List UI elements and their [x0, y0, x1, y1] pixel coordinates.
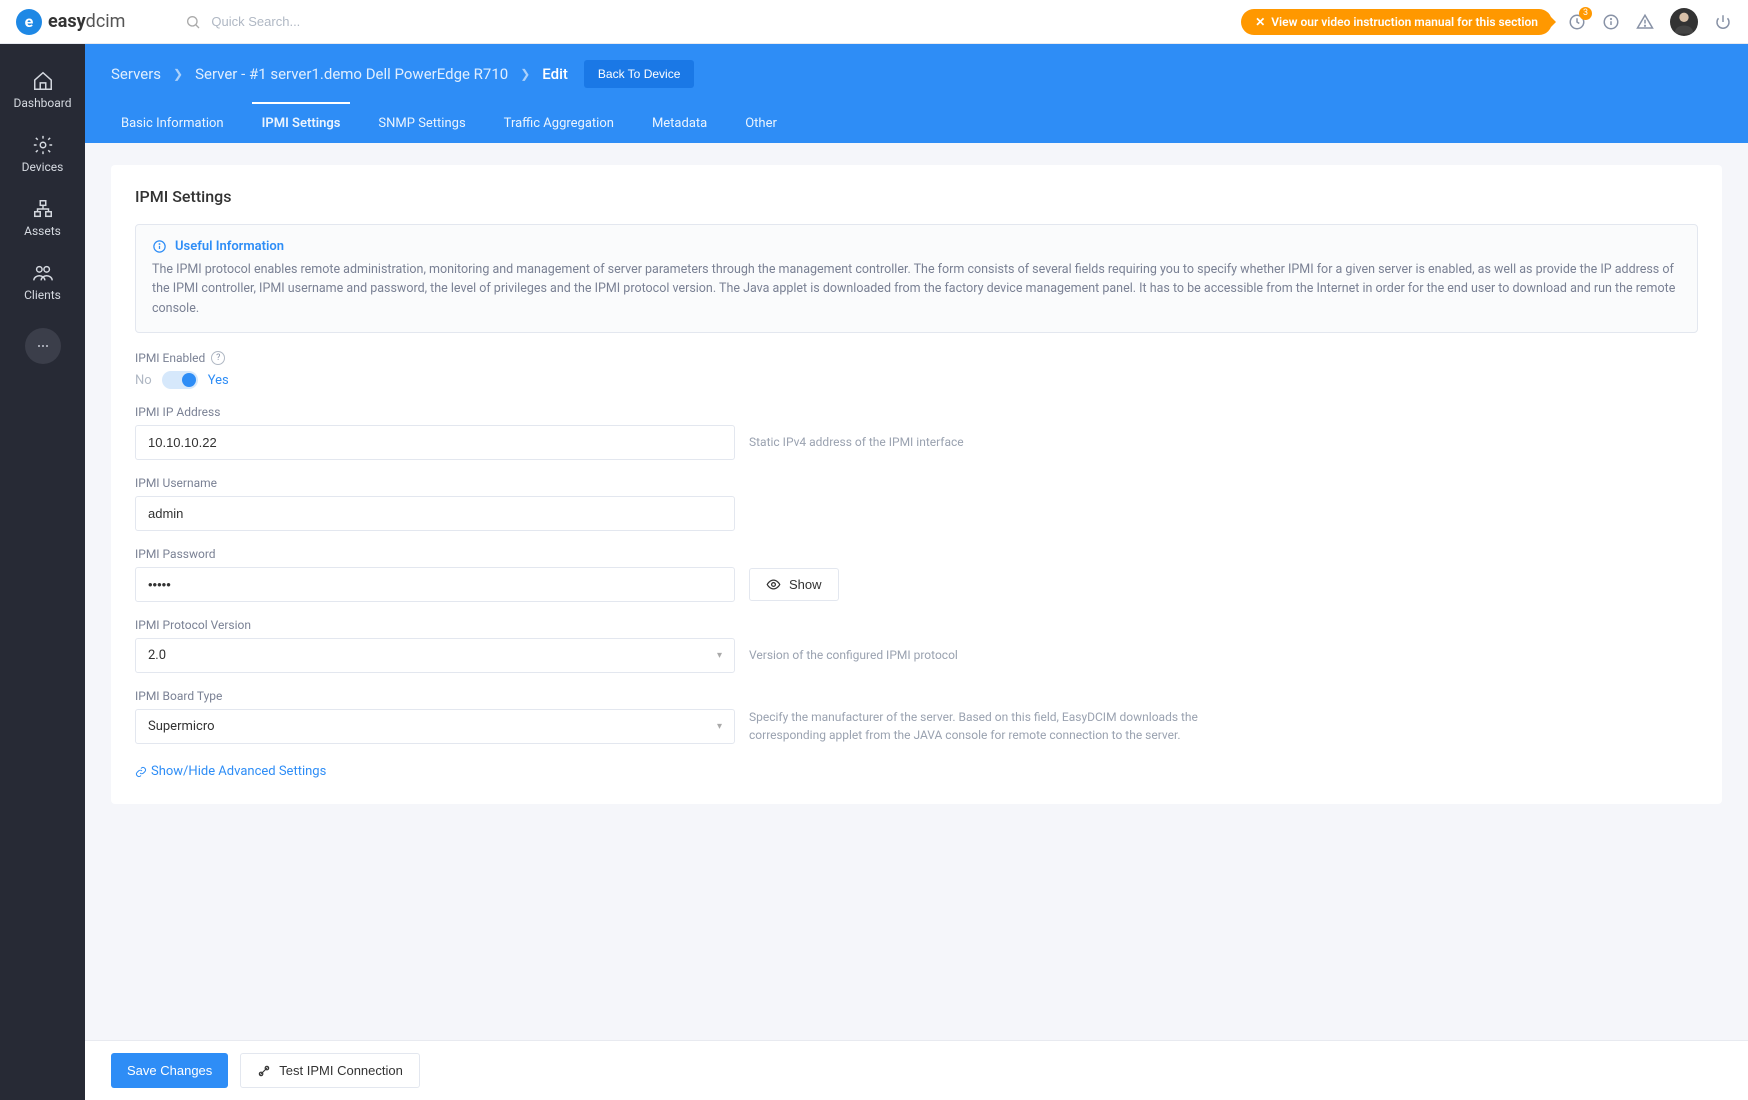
ipmi-username-label: IPMI Username — [135, 476, 217, 490]
tabs: Basic Information IPMI Settings SNMP Set… — [85, 102, 1748, 143]
brand-bold: easy — [48, 11, 86, 32]
chevron-right-icon: ❯ — [173, 67, 183, 81]
advanced-settings-link[interactable]: Show/Hide Advanced Settings — [135, 764, 326, 779]
chevron-down-icon: ▾ — [717, 650, 722, 661]
assets-icon — [32, 198, 54, 220]
back-to-device-button[interactable]: Back To Device — [584, 60, 694, 88]
eye-icon — [766, 577, 781, 592]
notif-badge: 3 — [1579, 7, 1592, 20]
chevron-right-icon: ❯ — [520, 67, 530, 81]
ipmi-ip-label: IPMI IP Address — [135, 405, 220, 419]
link-icon — [135, 766, 147, 778]
footer-bar: Save Changes Test IPMI Connection — [85, 1040, 1748, 1100]
history-icon[interactable]: 3 — [1568, 13, 1586, 31]
info-box: Useful Information The IPMI protocol ena… — [135, 224, 1698, 333]
sidebar-item-label: Assets — [24, 224, 61, 238]
search-icon — [185, 14, 201, 30]
sidebar-more[interactable] — [25, 328, 61, 364]
ipmi-username-input[interactable] — [135, 496, 735, 531]
toggle-yes-label: Yes — [208, 373, 229, 388]
show-button-label: Show — [789, 577, 822, 592]
ipmi-ip-input[interactable] — [135, 425, 735, 460]
sidebar-item-assets[interactable]: Assets — [0, 188, 85, 248]
tab-basic-information[interactable]: Basic Information — [111, 102, 234, 143]
page-title: IPMI Settings — [135, 187, 1698, 206]
video-banner-text: View our video instruction manual for th… — [1271, 15, 1538, 29]
sidebar-item-dashboard[interactable]: Dashboard — [0, 60, 85, 120]
ipmi-board-label: IPMI Board Type — [135, 689, 222, 703]
ipmi-enabled-toggle[interactable] — [162, 371, 198, 389]
logo-icon: e — [16, 9, 42, 35]
advanced-settings-label: Show/Hide Advanced Settings — [151, 764, 326, 779]
gear-icon — [32, 134, 54, 156]
sidebar-item-devices[interactable]: Devices — [0, 124, 85, 184]
breadcrumb: Servers ❯ Server - #1 server1.demo Dell … — [85, 44, 1748, 102]
info-icon[interactable] — [1602, 13, 1620, 31]
info-title: Useful Information — [175, 239, 284, 254]
ipmi-board-hint: Specify the manufacturer of the server. … — [749, 709, 1209, 744]
plug-icon — [257, 1064, 271, 1078]
sidebar-item-label: Clients — [24, 288, 61, 302]
logo[interactable]: e easydcim — [16, 9, 125, 35]
search-input[interactable] — [211, 14, 471, 29]
power-icon[interactable] — [1714, 13, 1732, 31]
crumb-server[interactable]: Server - #1 server1.demo Dell PowerEdge … — [195, 65, 508, 83]
brand-light: dcim — [86, 11, 126, 32]
toggle-no-label: No — [135, 373, 152, 388]
avatar[interactable] — [1670, 8, 1698, 36]
test-ipmi-label: Test IPMI Connection — [279, 1063, 403, 1078]
ipmi-protocol-value: 2.0 — [148, 648, 166, 663]
video-banner[interactable]: ✕ View our video instruction manual for … — [1241, 9, 1552, 35]
sidebar-item-label: Dashboard — [13, 96, 71, 110]
ipmi-protocol-label: IPMI Protocol Version — [135, 618, 251, 632]
ipmi-protocol-hint: Version of the configured IPMI protocol — [749, 647, 958, 664]
show-password-button[interactable]: Show — [749, 568, 839, 601]
tab-ipmi-settings[interactable]: IPMI Settings — [252, 102, 351, 143]
topbar: e easydcim ✕ View our video instruction … — [0, 0, 1748, 44]
crumb-servers[interactable]: Servers — [111, 65, 161, 83]
more-icon — [35, 338, 51, 354]
sidebar: Dashboard Devices Assets Clients — [0, 44, 85, 1100]
help-icon[interactable]: ? — [211, 351, 225, 365]
tab-traffic-aggregation[interactable]: Traffic Aggregation — [494, 102, 624, 143]
test-ipmi-button[interactable]: Test IPMI Connection — [240, 1053, 420, 1088]
sidebar-item-clients[interactable]: Clients — [0, 252, 85, 312]
ipmi-password-input[interactable] — [135, 567, 735, 602]
ipmi-board-value: Supermicro — [148, 719, 215, 734]
info-icon — [152, 239, 167, 254]
search-wrap[interactable] — [185, 14, 471, 30]
tab-metadata[interactable]: Metadata — [642, 102, 717, 143]
ipmi-protocol-select[interactable]: 2.0 ▾ — [135, 638, 735, 673]
ipmi-ip-hint: Static IPv4 address of the IPMI interfac… — [749, 434, 964, 451]
save-changes-button[interactable]: Save Changes — [111, 1053, 228, 1088]
crumb-edit: Edit — [542, 65, 568, 83]
tab-snmp-settings[interactable]: SNMP Settings — [368, 102, 475, 143]
info-body: The IPMI protocol enables remote adminis… — [152, 260, 1681, 318]
chevron-down-icon: ▾ — [717, 721, 722, 732]
ipmi-enabled-label: IPMI Enabled — [135, 351, 205, 365]
clients-icon — [32, 262, 54, 284]
close-icon[interactable]: ✕ — [1255, 15, 1265, 29]
ipmi-board-select[interactable]: Supermicro ▾ — [135, 709, 735, 744]
home-icon — [32, 70, 54, 92]
tab-other[interactable]: Other — [735, 102, 787, 143]
warning-icon[interactable] — [1636, 13, 1654, 31]
ipmi-settings-card: IPMI Settings Useful Information The IPM… — [111, 165, 1722, 804]
ipmi-password-label: IPMI Password — [135, 547, 216, 561]
sidebar-item-label: Devices — [22, 160, 64, 174]
